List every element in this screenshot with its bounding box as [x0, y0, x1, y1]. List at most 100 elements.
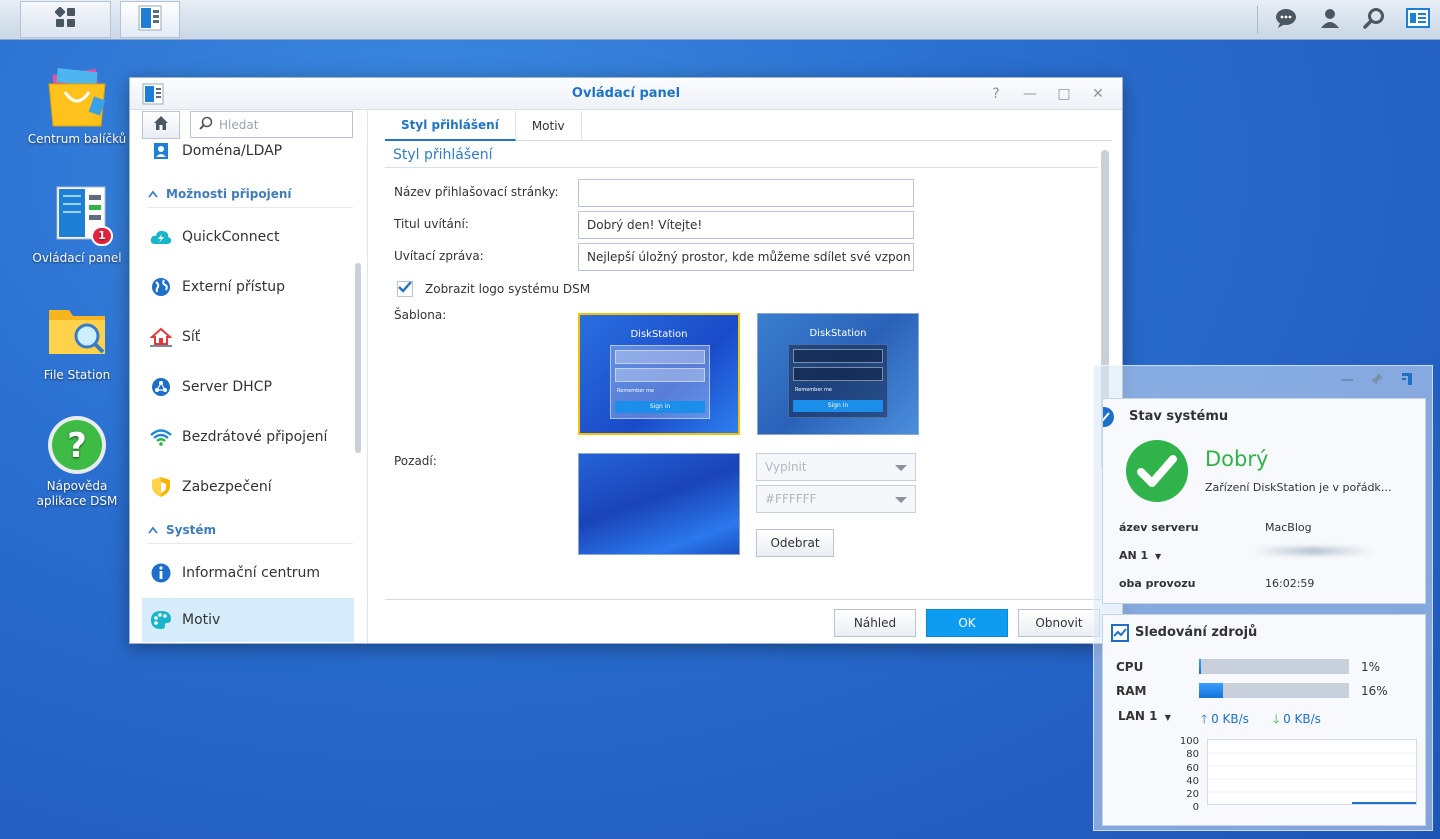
user-button[interactable]	[1308, 0, 1352, 40]
notifications-button[interactable]	[1264, 0, 1308, 40]
show-logo-checkbox[interactable]	[397, 281, 413, 297]
sidebar-item-security[interactable]: Zabezpečení	[142, 466, 354, 508]
sidebar-group-label: Možnosti připojení	[166, 186, 292, 201]
ram-value: 16%	[1361, 684, 1388, 698]
widget-panel: — Stav systému Dobrý Zařízení DiskStatio…	[1093, 365, 1433, 831]
dhcp-icon	[150, 376, 172, 398]
close-icon[interactable]: ✕	[1088, 84, 1108, 104]
maximize-icon[interactable]: □	[1054, 84, 1074, 104]
cpu-bar	[1199, 659, 1349, 674]
reset-button[interactable]: Obnovit	[1018, 609, 1100, 637]
sidebar-item-label: Informační centrum	[182, 565, 321, 581]
sidebar-item-network[interactable]: Síť	[142, 316, 354, 358]
resource-monitor-icon	[1111, 624, 1129, 646]
background-label: Pozadí:	[394, 454, 437, 468]
sidebar-item-label: Externí přístup	[182, 279, 286, 295]
background-color-select[interactable]: #FFFFFF	[756, 485, 916, 513]
desktop-icon-file-station[interactable]: File Station	[21, 302, 133, 383]
y-tick: 20	[1186, 789, 1199, 801]
select-value: #FFFFFF	[765, 492, 817, 506]
template-login-form: Remember me Sign in	[610, 345, 710, 419]
welcome-message-input[interactable]: Nejlepší úložný prostor, kde můžeme sdíl…	[578, 243, 914, 271]
template-password-row	[615, 368, 705, 382]
template-user-row	[615, 350, 705, 364]
panel-toggle-icon[interactable]	[1400, 372, 1414, 390]
template-option-2[interactable]: DiskStation Remember me Sign in	[757, 313, 919, 435]
y-tick: 60	[1186, 762, 1199, 774]
help-icon[interactable]: ?	[986, 84, 1006, 104]
globe-icon	[150, 276, 172, 298]
remove-button[interactable]: Odebrat	[756, 529, 834, 557]
ok-button[interactable]: OK	[926, 609, 1008, 637]
palette-icon	[150, 609, 172, 631]
sidebar-item-quickconnect[interactable]: QuickConnect	[142, 216, 354, 258]
sidebar-scrollbar[interactable]	[355, 263, 361, 453]
sidebar-item-label: QuickConnect	[182, 229, 280, 245]
search-input[interactable]: Hledat	[190, 111, 353, 138]
window-title: Ovládací panel	[571, 86, 681, 101]
background-fill-select[interactable]: Vyplnit	[756, 453, 916, 481]
status-ok-icon	[1125, 439, 1189, 507]
widgets-button[interactable]	[1396, 0, 1440, 40]
pin-icon[interactable]	[1370, 372, 1384, 390]
caret-down-icon: ▼	[1155, 552, 1162, 561]
background-preview[interactable]	[578, 453, 740, 555]
download-rate: 🡓 0 KB/s	[1273, 710, 1321, 731]
taskbar-separator	[1257, 6, 1258, 34]
sidebar-item-info-center[interactable]: Informační centrum	[142, 552, 354, 594]
desktop-icon-label: Nápověda aplikace DSM	[36, 479, 118, 508]
lan-selector[interactable]: LAN 1 ▼	[1118, 709, 1171, 723]
desktop-icon-control-panel[interactable]: 1 Ovládací panel	[21, 185, 133, 266]
minimize-icon[interactable]: —	[1020, 84, 1040, 104]
sidebar-group-system[interactable]: Systém	[148, 516, 353, 544]
control-panel-icon: 1	[45, 185, 113, 249]
sidebar-item-dhcp-server[interactable]: Server DHCP	[142, 366, 354, 408]
sidebar-item-theme[interactable]: Motiv	[142, 598, 354, 642]
arrow-up-icon: 🡑	[1201, 712, 1208, 726]
help-icon: ?	[45, 413, 109, 477]
sidebar-item-label: Doména/LDAP	[182, 143, 283, 159]
id-card-icon	[150, 140, 172, 162]
welcome-title-input[interactable]: Dobrý den! Vítejte!	[578, 211, 914, 239]
tab-theme[interactable]: Motiv	[516, 111, 582, 141]
main-menu-icon	[54, 6, 77, 33]
caret-down-icon: ▼	[1164, 713, 1171, 722]
desktop-icon-label: Ovládací panel	[32, 251, 122, 265]
chevron-down-icon	[895, 497, 907, 503]
sidebar-group-connectivity[interactable]: Možnosti připojení	[148, 180, 353, 208]
lan-text: LAN 1	[1118, 709, 1158, 723]
taskbar-control-panel[interactable]	[120, 1, 180, 38]
home-button[interactable]	[142, 111, 180, 139]
welcome-title-label: Titul uvítání:	[394, 217, 469, 231]
sidebar-item-label: Zabezpečení	[182, 479, 272, 495]
sidebar-item-external-access[interactable]: Externí přístup	[142, 266, 354, 308]
cpu-label: CPU	[1116, 660, 1144, 674]
ram-bar-fill	[1199, 683, 1223, 698]
window-titlebar[interactable]: Ovládací panel ? — □ ✕	[130, 78, 1122, 110]
sidebar-item-wireless[interactable]: Bezdrátové připojení	[142, 416, 354, 458]
template-label: Šablona:	[394, 308, 447, 322]
desktop-icon-package-center[interactable]: Centrum balíčků	[21, 66, 133, 147]
folder-icon	[45, 302, 109, 366]
y-tick: 80	[1186, 749, 1199, 761]
sidebar-item-domain-ldap[interactable]: Doména/LDAP	[142, 139, 354, 163]
checkmark-icon	[397, 280, 413, 298]
template-option-1[interactable]: DiskStation Remember me Sign in	[578, 313, 740, 435]
main-menu-button[interactable]	[20, 1, 111, 38]
minimize-icon[interactable]: —	[1340, 372, 1354, 388]
page-name-label: Název přihlašovací stránky:	[394, 185, 559, 199]
desktop-icon-dsm-help[interactable]: ? Nápověda aplikace DSM	[21, 413, 133, 509]
search-icon	[1363, 7, 1385, 33]
uptime-label: oba provozu	[1119, 577, 1196, 590]
redacted-ip	[1253, 547, 1373, 555]
preview-button[interactable]: Náhled	[834, 609, 916, 637]
welcome-message-label: Uvítací zpráva:	[394, 249, 484, 263]
page-name-input[interactable]	[578, 179, 914, 207]
chat-bubble-icon	[1275, 7, 1297, 33]
package-center-icon	[45, 66, 109, 130]
lan-label[interactable]: AN 1 ▼	[1119, 549, 1161, 562]
tab-login-style[interactable]: Styl přihlášení	[385, 111, 516, 141]
search-button[interactable]	[1352, 0, 1396, 40]
template-brand: DiskStation	[809, 328, 867, 339]
search-icon	[199, 116, 213, 133]
